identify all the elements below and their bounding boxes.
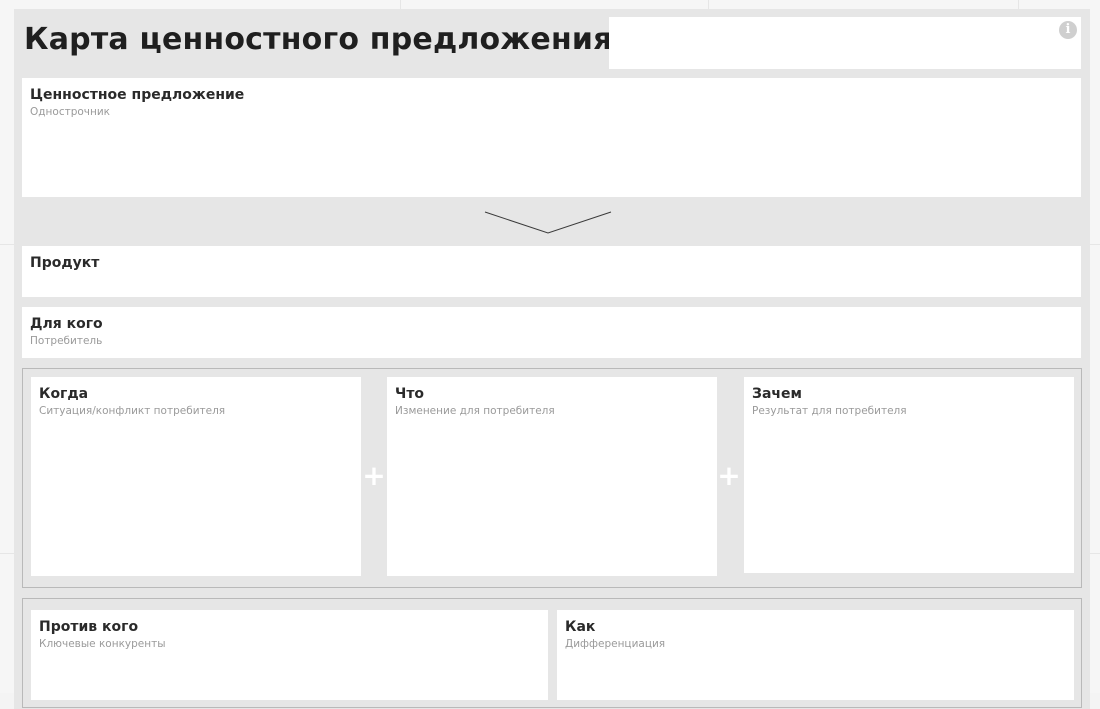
plus-icon: + (717, 462, 741, 490)
card-title: Что (395, 386, 424, 402)
info-panel[interactable]: i (609, 17, 1081, 69)
card-subtitle: Результат для потребителя (752, 405, 907, 417)
card-subtitle: Дифференциация (565, 638, 665, 650)
card-title: Против кого (39, 619, 138, 635)
card-subtitle: Ключевые конкуренты (39, 638, 166, 650)
what-card[interactable]: Что Изменение для потребителя (387, 377, 717, 576)
card-subtitle: Изменение для потребителя (395, 405, 555, 417)
why-card[interactable]: Зачем Результат для потребителя (744, 377, 1074, 573)
chevron-down-icon (484, 210, 614, 236)
card-title: Для кого (30, 316, 103, 332)
against-whom-card[interactable]: Против кого Ключевые конкуренты (31, 610, 548, 700)
for-whom-card[interactable]: Для кого Потребитель (22, 307, 1081, 358)
product-card[interactable]: Продукт (22, 246, 1081, 297)
card-title: Ценностное предложение (30, 87, 244, 103)
card-subtitle: Однострочник (30, 106, 110, 118)
plus-icon: + (362, 462, 386, 490)
how-card[interactable]: Как Дифференциация (557, 610, 1074, 700)
card-title: Как (565, 619, 595, 635)
card-title: Когда (39, 386, 88, 402)
value-proposition-card[interactable]: Ценностное предложение Однострочник (22, 78, 1081, 197)
card-title: Зачем (752, 386, 802, 402)
card-subtitle: Ситуация/конфликт потребителя (39, 405, 225, 417)
when-card[interactable]: Когда Ситуация/конфликт потребителя (31, 377, 361, 576)
card-subtitle: Потребитель (30, 335, 102, 347)
page-title: Карта ценностного предложения (24, 22, 613, 57)
info-icon[interactable]: i (1059, 21, 1077, 39)
card-title: Продукт (30, 255, 99, 271)
